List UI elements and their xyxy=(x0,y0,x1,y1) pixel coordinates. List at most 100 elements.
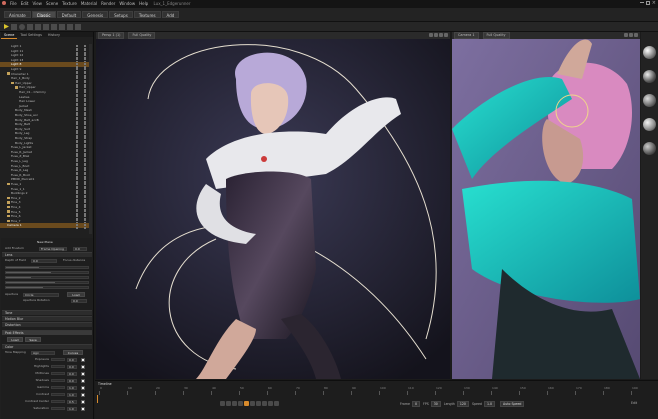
color-prop-slider[interactable] xyxy=(51,379,65,382)
scene-tree-item[interactable]: Light 8 xyxy=(0,62,90,67)
menu-material[interactable]: Material xyxy=(79,0,99,8)
visibility-toggles-icon[interactable] xyxy=(76,141,86,145)
visibility-toggles-icon[interactable] xyxy=(76,150,86,154)
scene-tree-item[interactable]: Fine_7 xyxy=(0,219,90,223)
visibility-toggles-icon[interactable] xyxy=(76,191,86,195)
viewport-2-camera-select[interactable]: Camera 1 xyxy=(454,32,479,39)
viewport-1-camera-select[interactable]: Persp 1 (1) xyxy=(98,32,125,39)
viewport-2-quality-select[interactable]: Full Quality xyxy=(482,32,510,39)
color-swatch[interactable] xyxy=(81,406,85,411)
visibility-toggles-icon[interactable] xyxy=(76,223,86,227)
visibility-toggles-icon[interactable] xyxy=(76,85,86,89)
close-icon[interactable]: × xyxy=(652,0,656,6)
visibility-toggles-icon[interactable] xyxy=(76,177,86,181)
workspace-tab-genesis[interactable]: Genesis xyxy=(82,11,109,18)
scene-tree-item[interactable]: Light 1 xyxy=(0,44,90,48)
material-preview-1[interactable] xyxy=(643,46,656,59)
section-tone[interactable]: Tone xyxy=(2,310,92,315)
next-frame-icon[interactable] xyxy=(250,400,255,406)
color-prop-slider[interactable] xyxy=(51,358,65,361)
scene-tree-item[interactable]: Fuse_R_Boot xyxy=(0,173,90,177)
loop-icon[interactable] xyxy=(268,400,273,406)
scene-tree-item[interactable]: Light 12 xyxy=(0,53,90,57)
color-prop-value[interactable]: 1.0 xyxy=(67,392,77,397)
scene-tree-item[interactable]: Fuse_1 xyxy=(0,182,90,186)
aperture-select[interactable]: Circle xyxy=(23,292,59,297)
scene-tree-item[interactable]: Fine_5 xyxy=(0,210,90,214)
playhead[interactable] xyxy=(97,395,98,403)
rotate-tool-icon[interactable] xyxy=(19,24,25,30)
color-prop-value[interactable]: 0.5 xyxy=(67,399,77,404)
visibility-toggles-icon[interactable] xyxy=(76,219,86,223)
workspace-tab-classic[interactable]: Classic xyxy=(31,11,56,18)
scene-tree-item[interactable]: Jacket xyxy=(0,104,90,108)
color-swatch[interactable] xyxy=(81,378,85,383)
key-icon[interactable] xyxy=(274,400,279,406)
next-key-icon[interactable] xyxy=(256,400,261,406)
material-preview-4[interactable] xyxy=(643,118,656,131)
maximize-view-icon[interactable] xyxy=(634,33,638,37)
scene-tree-item[interactable]: Light 9 xyxy=(0,67,90,71)
prev-key-icon[interactable] xyxy=(226,400,231,406)
menu-file[interactable]: File xyxy=(8,0,19,8)
speed-field[interactable]: 1.0 xyxy=(483,401,496,407)
visibility-toggles-icon[interactable] xyxy=(76,145,86,149)
visibility-toggles-icon[interactable] xyxy=(76,173,86,177)
curves-button[interactable]: Curves xyxy=(63,350,83,355)
visibility-toggles-icon[interactable] xyxy=(76,205,86,209)
visibility-toggles-icon[interactable] xyxy=(76,127,86,131)
scene-tree-item[interactable]: Hair_01 - Chimmy xyxy=(0,90,90,94)
scene-tree-item[interactable]: Hair_1_Body xyxy=(0,76,90,80)
scene-tree-item[interactable]: Fuse_L_Jacket xyxy=(0,145,90,149)
visibility-toggles-icon[interactable] xyxy=(76,154,86,158)
visibility-toggles-icon[interactable] xyxy=(76,164,86,168)
viewport-1-quality-select[interactable]: Full Quality xyxy=(128,32,156,39)
aperture-rotation-value[interactable]: 0.0 xyxy=(71,298,87,303)
scene-tree-item[interactable]: Hair_Upper xyxy=(0,81,90,85)
section-lens[interactable]: Lens xyxy=(2,252,92,257)
auto-speed-button[interactable]: Auto Speed xyxy=(500,401,525,407)
color-prop-value[interactable]: 1.0 xyxy=(67,385,77,390)
visibility-toggles-icon[interactable] xyxy=(76,44,86,48)
material-preview-5[interactable] xyxy=(643,142,656,155)
color-swatch[interactable] xyxy=(81,392,85,397)
section-post-effects[interactable]: Post Effects xyxy=(2,330,92,335)
scene-tree-item[interactable]: Body_Suit xyxy=(0,127,90,131)
scene-tree-item[interactable]: Fuse_R_Leg xyxy=(0,168,90,172)
color-prop-value[interactable]: 0.0 xyxy=(67,378,77,383)
scene-tree-item[interactable]: Fine_6 xyxy=(0,214,90,218)
tab-history[interactable]: History xyxy=(45,33,63,38)
viewport-perspective[interactable]: Persp 1 (1) Full Quality xyxy=(96,32,450,379)
menu-render[interactable]: Render xyxy=(99,0,117,8)
viewport-camera[interactable]: Camera 1 Full Quality xyxy=(452,32,640,379)
visibility-toggles-icon[interactable] xyxy=(76,108,86,112)
visibility-toggles-icon[interactable] xyxy=(76,200,86,204)
section-motion-blur[interactable]: Motion Blur xyxy=(2,316,92,321)
scene-tree-item[interactable]: Body_Belt_accB xyxy=(0,118,90,122)
scene-tree-item[interactable]: Hair_Upper xyxy=(0,85,90,89)
visibility-toggles-icon[interactable] xyxy=(76,58,86,62)
dof-value[interactable]: 0.0 xyxy=(31,258,57,263)
visibility-toggles-icon[interactable] xyxy=(76,196,86,200)
maximize-view-icon[interactable] xyxy=(444,33,448,37)
render-tool-icon[interactable] xyxy=(51,24,57,30)
scene-tree-item[interactable]: Fuse_Z_Blaz xyxy=(0,154,90,158)
scene-tree-item[interactable]: Hair Lower xyxy=(0,99,90,103)
visibility-toggles-icon[interactable] xyxy=(76,113,86,117)
visibility-toggles-icon[interactable] xyxy=(76,187,86,191)
visibility-toggles-icon[interactable] xyxy=(76,67,86,71)
frame-field[interactable]: 0 xyxy=(411,401,420,407)
scene-tree-item[interactable]: Body_Leg xyxy=(0,131,90,135)
maximize-icon[interactable] xyxy=(646,1,650,5)
visibility-toggles-icon[interactable] xyxy=(76,53,86,57)
visibility-toggles-icon[interactable] xyxy=(76,81,86,85)
visibility-toggles-icon[interactable] xyxy=(76,214,86,218)
settings-tool-icon[interactable] xyxy=(75,24,81,30)
scene-tree-item[interactable]: Light 13 xyxy=(0,58,90,62)
color-prop-slider[interactable] xyxy=(51,372,65,375)
length-field[interactable]: 120 xyxy=(456,401,469,407)
scene-tree-item[interactable]: Lashes xyxy=(0,95,90,99)
visibility-toggles-icon[interactable] xyxy=(76,136,86,140)
scene-tree-item[interactable]: Light 11 xyxy=(0,49,90,53)
lens-slider-2[interactable] xyxy=(5,271,89,274)
